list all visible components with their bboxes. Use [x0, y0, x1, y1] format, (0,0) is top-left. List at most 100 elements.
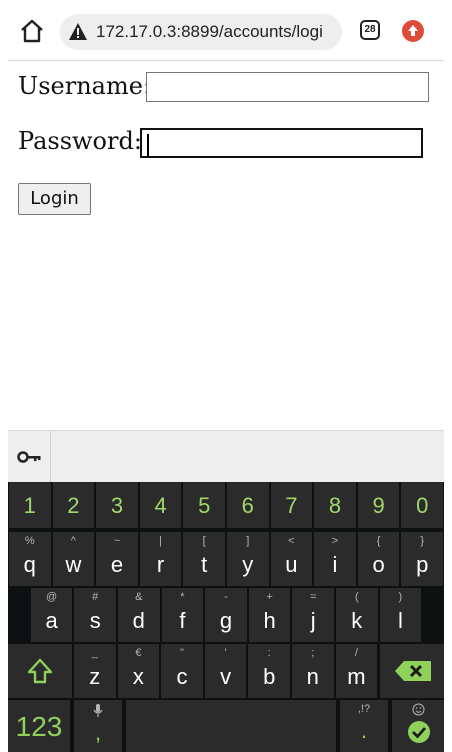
key-q-label: q — [23, 552, 36, 577]
key-d[interactable]: & d — [118, 588, 160, 642]
key-g[interactable]: -g — [205, 588, 247, 642]
username-input[interactable] — [146, 72, 429, 102]
key-5-label: 5 — [198, 493, 211, 518]
key-s-sub: # — [92, 591, 99, 603]
login-button[interactable]: Login — [18, 183, 91, 215]
key-k-label: k — [351, 608, 363, 633]
key-4[interactable]: 4 — [139, 482, 182, 528]
shift-icon — [27, 658, 53, 684]
password-input[interactable] — [140, 128, 423, 158]
key-s-label: s — [89, 608, 101, 633]
checkmark-icon — [408, 721, 430, 743]
key-j[interactable]: = j — [292, 588, 334, 642]
key-b[interactable]: :b — [248, 644, 290, 698]
key-e-label: e — [110, 552, 124, 577]
key-n-sub: ; — [311, 647, 315, 659]
key-x[interactable]: € x — [117, 644, 160, 698]
toolbar-divider — [8, 60, 444, 61]
key-w[interactable]: ^ w — [52, 532, 95, 586]
backspace-icon — [395, 661, 431, 681]
key-6[interactable]: 6 — [227, 482, 269, 528]
update-icon[interactable] — [402, 20, 424, 42]
key-n[interactable]: ; n — [292, 644, 334, 698]
symbols-key[interactable]: 123 — [8, 700, 70, 752]
key-o-label: o — [372, 552, 385, 577]
key-9[interactable]: 9 — [357, 482, 400, 528]
key-q[interactable]: % q — [9, 532, 51, 586]
key-7[interactable]: 7 — [270, 482, 313, 528]
key-h[interactable]: + h — [248, 588, 291, 642]
key-p[interactable]: } p — [401, 532, 443, 586]
key-6-label: 6 — [241, 493, 254, 518]
key-t[interactable]: [t — [183, 532, 225, 586]
key-h-sub: + — [266, 591, 273, 603]
symbols-key-label: 123 — [15, 711, 63, 742]
period-key[interactable]: ,!? . — [340, 700, 388, 752]
key-i-sub: > — [331, 535, 339, 547]
key-r[interactable]: | r — [139, 532, 182, 586]
key-a-label: a — [45, 608, 58, 633]
key-z[interactable]: _ z — [74, 644, 116, 698]
key-f[interactable]: * f — [161, 588, 204, 642]
keyboard-row-3: _ z € x " c ' v: b; n / m — [8, 644, 444, 698]
period-key-sub: ,!? — [357, 703, 371, 715]
on-screen-keyboard: 1234567890 % q ^ w ~ e | r[t] y < u > i{o} p @ a # s & d * f… — [8, 482, 444, 752]
key-v[interactable]: ' v — [204, 644, 247, 698]
number-row: 1 2 3 4 5 6 7 8 9 0 — [8, 482, 444, 528]
key-5[interactable]: 5 — [183, 482, 225, 528]
key-m-sub: / — [354, 647, 358, 659]
update-arrow-icon — [408, 25, 418, 36]
home-icon[interactable] — [18, 17, 46, 45]
key-y[interactable]: ] y — [227, 532, 269, 586]
key-b-label: b — [263, 664, 276, 689]
key-e[interactable]: ~ e — [96, 532, 138, 586]
key-4-label: 4 — [154, 493, 167, 518]
key-z-sub: _ — [91, 647, 98, 659]
key-u[interactable]: < u — [270, 532, 313, 586]
key-1-label: 1 — [23, 493, 36, 518]
backspace-key[interactable] — [380, 644, 444, 698]
key-r-label: r — [156, 552, 165, 577]
key-m[interactable]: / m — [335, 644, 378, 698]
key-2[interactable]: 2 — [52, 482, 95, 528]
key-o-sub: { — [376, 535, 381, 547]
enter-key[interactable] — [392, 700, 444, 752]
warning-icon[interactable] — [68, 22, 88, 42]
tabs-icon[interactable]: 28 — [360, 20, 380, 40]
mic-icon — [93, 704, 103, 717]
key-0[interactable]: 0 — [401, 482, 443, 528]
key-a-sub: @ — [46, 591, 58, 603]
key-k[interactable]: (k — [336, 588, 378, 642]
key-1[interactable]: 1 — [9, 482, 51, 528]
url-text[interactable]: 172.17.0.3:8899/accounts/logi — [96, 14, 323, 50]
key-j-sub: = — [309, 591, 317, 603]
key-2-label: 2 — [67, 493, 80, 518]
key-c[interactable]: " c — [161, 644, 203, 698]
key-3[interactable]: 3 — [96, 482, 138, 528]
key-g-sub: - — [224, 591, 228, 603]
key-l[interactable]: ) l — [379, 588, 422, 642]
key-i[interactable]: > i — [314, 532, 356, 586]
shift-key[interactable] — [8, 644, 72, 698]
key-k-sub: ( — [354, 591, 359, 603]
key-8[interactable]: 8 — [314, 482, 356, 528]
key-o[interactable]: {o — [357, 532, 400, 586]
key-u-label: u — [285, 552, 298, 577]
key-s[interactable]: # s — [74, 588, 116, 642]
key-g-label: g — [219, 608, 233, 633]
key-icon — [17, 451, 41, 463]
comma-key[interactable]: , — [74, 700, 122, 752]
space-key[interactable] — [126, 700, 336, 752]
address-bar[interactable]: 172.17.0.3:8899/accounts/logi — [60, 14, 342, 50]
emoji-icon — [412, 703, 425, 716]
key-a[interactable]: @ a — [30, 588, 73, 642]
password-manager-button[interactable] — [8, 431, 51, 483]
key-w-sub: ^ — [70, 535, 76, 547]
password-label: Password: — [18, 127, 142, 155]
username-label: Username: — [18, 72, 152, 100]
browser-toolbar: 172.17.0.3:8899/accounts/logi 28 — [0, 0, 452, 60]
key-i-label: i — [332, 552, 338, 577]
key-c-sub: " — [180, 647, 184, 659]
key-z-label: z — [89, 664, 101, 689]
key-8-label: 8 — [328, 493, 342, 518]
